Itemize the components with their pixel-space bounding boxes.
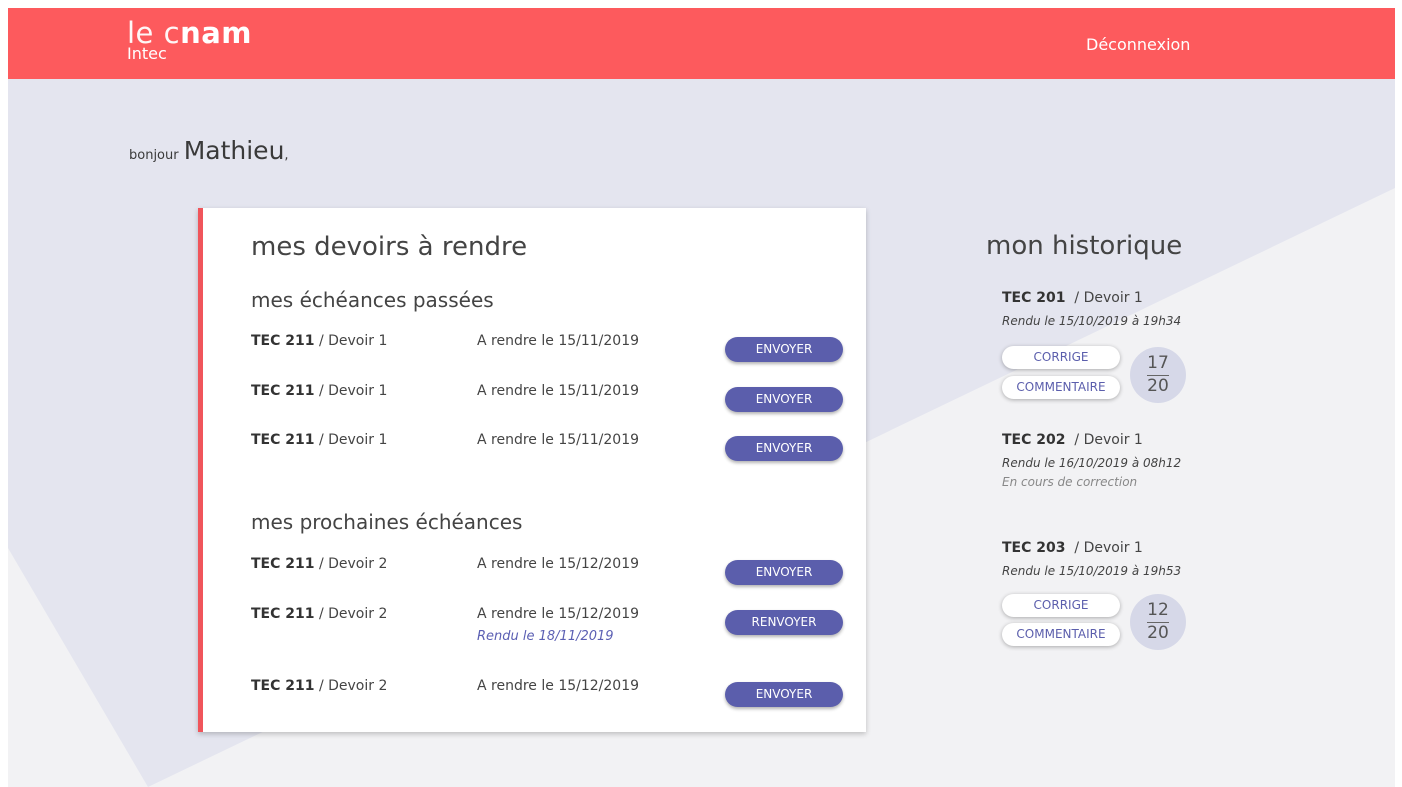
assignment-course: TEC 211 / Devoir 1 — [251, 383, 388, 399]
logo-text-thin: le c — [127, 16, 181, 50]
upcoming-deadlines-title: mes prochaines échéances — [251, 510, 523, 534]
assignment-row: TEC 211 / Devoir 1 A rendre le 15/11/201… — [251, 432, 851, 482]
cnam-logo[interactable]: le cnam Intec — [127, 18, 252, 62]
logout-link[interactable]: Déconnexion — [1086, 35, 1190, 54]
assignment-due-date: A rendre le 15/11/2019 — [477, 432, 640, 448]
commentaire-button[interactable]: COMMENTAIRE — [1002, 623, 1120, 646]
assignment-course: TEC 211 / Devoir 2 — [251, 678, 388, 694]
assignment-due-date: A rendre le 15/11/2019 — [477, 333, 640, 349]
greeting-prefix: bonjour — [129, 148, 179, 163]
assignment-course: TEC 211 / Devoir 1 — [251, 333, 388, 349]
history-item: TEC 202 / Devoir 1 Rendu le 16/10/2019 à… — [1002, 432, 1202, 489]
grade-max: 20 — [1147, 376, 1169, 396]
assignment-row: TEC 211 / Devoir 2 A rendre le 15/12/201… — [251, 556, 851, 606]
assignment-course: TEC 211 / Devoir 2 — [251, 606, 388, 622]
corrige-button[interactable]: CORRIGE — [1002, 346, 1120, 369]
past-deadlines-title: mes échéances passées — [251, 288, 494, 312]
assignments-title: mes devoirs à rendre — [251, 232, 528, 262]
history-status: En cours de correction — [1002, 475, 1138, 489]
assignment-course: TEC 211 / Devoir 1 — [251, 432, 388, 448]
grade-score: 17 — [1147, 353, 1169, 373]
history-course: TEC 201 / Devoir 1 — [1002, 290, 1143, 306]
send-button[interactable]: ENVOYER — [725, 436, 843, 461]
assignment-row: TEC 211 / Devoir 2 A rendre le 15/12/201… — [251, 606, 851, 656]
history-course: TEC 203 / Devoir 1 — [1002, 540, 1143, 556]
history-title: mon historique — [986, 231, 1183, 261]
history-date: Rendu le 16/10/2019 à 08h12 — [1002, 456, 1182, 470]
history-item: TEC 201 / Devoir 1 Rendu le 15/10/2019 à… — [1002, 290, 1202, 403]
assignment-row: TEC 211 / Devoir 1 A rendre le 15/11/201… — [251, 333, 851, 383]
send-button[interactable]: ENVOYER — [725, 682, 843, 707]
assignment-course: TEC 211 / Devoir 2 — [251, 556, 388, 572]
grade-score: 12 — [1147, 600, 1169, 620]
top-header: le cnam Intec Déconnexion — [8, 8, 1395, 79]
greeting-suffix: , — [284, 148, 289, 163]
assignment-due-date: A rendre le 15/12/2019 — [477, 678, 640, 694]
greeting: bonjour Mathieu, — [129, 136, 289, 165]
logo-text-bold: nam — [180, 16, 252, 50]
history-date: Rendu le 15/10/2019 à 19h34 — [1002, 314, 1182, 328]
history-date: Rendu le 15/10/2019 à 19h53 — [1002, 564, 1182, 578]
grade-badge: 12 20 — [1130, 594, 1186, 650]
resend-button[interactable]: RENVOYER — [725, 610, 843, 635]
send-button[interactable]: ENVOYER — [725, 387, 843, 412]
history-item: TEC 203 / Devoir 1 Rendu le 15/10/2019 à… — [1002, 540, 1202, 650]
commentaire-button[interactable]: COMMENTAIRE — [1002, 376, 1120, 399]
grade-badge: 17 20 — [1130, 347, 1186, 403]
assignments-card: mes devoirs à rendre mes échéances passé… — [198, 208, 866, 732]
grade-max: 20 — [1147, 623, 1169, 643]
assignment-row: TEC 211 / Devoir 2 A rendre le 15/12/201… — [251, 678, 851, 728]
assignment-due-date: A rendre le 15/12/2019 — [477, 606, 640, 622]
history-course: TEC 202 / Devoir 1 — [1002, 432, 1143, 448]
submitted-date: Rendu le 18/11/2019 — [477, 629, 614, 644]
user-name: Mathieu — [183, 136, 285, 165]
send-button[interactable]: ENVOYER — [725, 337, 843, 362]
corrige-button[interactable]: CORRIGE — [1002, 594, 1120, 617]
send-button[interactable]: ENVOYER — [725, 560, 843, 585]
assignment-row: TEC 211 / Devoir 1 A rendre le 15/11/201… — [251, 383, 851, 433]
assignment-due-date: A rendre le 15/11/2019 — [477, 383, 640, 399]
assignment-due-date: A rendre le 15/12/2019 — [477, 556, 640, 572]
app-frame: le cnam Intec Déconnexion bonjour Mathie… — [8, 8, 1395, 787]
